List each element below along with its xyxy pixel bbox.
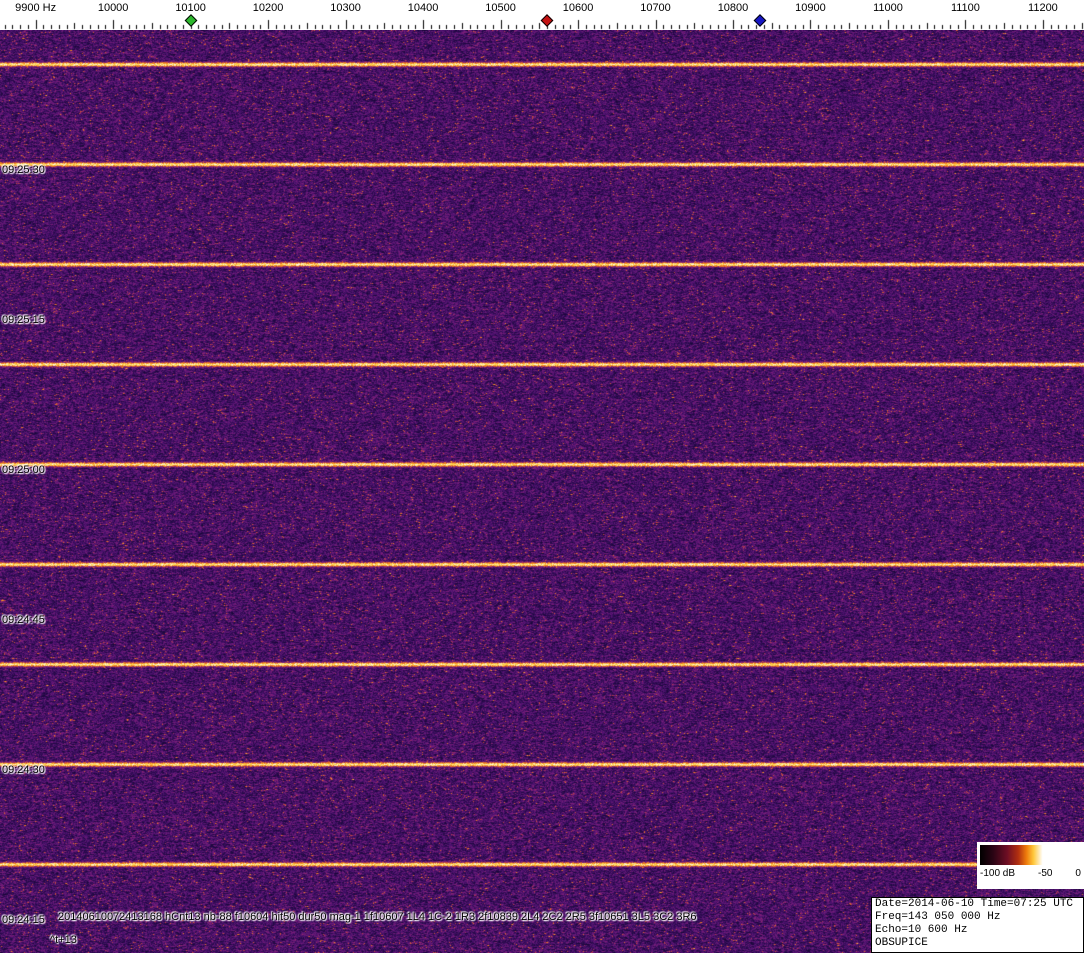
db-scale-labels: -100 dB -50 0 [977,868,1084,879]
freq-tick-label: 10100 [175,2,206,14]
freq-tick-label: 11100 [950,2,980,14]
freq-tick-label: 9900 Hz [15,2,57,14]
db-color-scale: -100 dB -50 0 [977,842,1084,889]
spectrogram-app: 9900 Hz 10000 10100 10200 10300 10400 10500 106… [0,0,1084,953]
frequency-ruler: 9900 Hz 10000 10100 10200 10300 10400 10500 106… [0,0,1084,30]
freq-tick-label: 10400 [407,2,439,14]
time-label: 09:25:00 [2,464,45,476]
detection-status-line: 20140610072413168 hCnt13 nb-88 f10604 hi… [58,911,697,923]
time-label: 09:25:15 [2,314,45,326]
freq-tick-label: 10900 [795,2,826,14]
observation-info-box: Date=2014-06-10 Time=07:25 UTC Freq=143 … [871,897,1084,953]
freq-tick-label: 10700 [640,2,671,14]
time-label: 09:25:30 [2,164,45,176]
freq-tick-label: 10000 [97,2,129,14]
time-label: 09:24:30 [2,764,45,776]
freq-tick-label: 10200 [252,2,284,14]
time-offset-marker: ^t+13 [50,934,77,946]
time-label: 09:24:45 [2,614,45,626]
freq-tick-label: 10300 [330,2,361,14]
freq-tick-label: 10800 [717,2,749,14]
time-label: 09:24:15 [2,914,45,926]
freq-tick-label: 11000 [873,2,903,14]
db-max-label: 0 [1075,868,1081,879]
info-date-time: Date=2014-06-10 Time=07:25 UTC [875,898,1074,910]
freq-tick-label: 11200 [1028,2,1058,14]
spectrogram-canvas [0,30,1084,953]
frequency-ruler-ticks-canvas [0,0,1084,30]
info-station: OBSUPICE [875,937,928,949]
freq-tick-label: 10500 [485,2,516,14]
freq-tick-label: 10600 [562,2,594,14]
db-gradient-bar [980,845,1081,865]
db-mid-label: -50 [1038,868,1053,879]
info-echo: Echo=10 600 Hz [875,924,968,936]
db-min-label: -100 dB [980,868,1016,879]
info-frequency: Freq=143 050 000 Hz [875,911,1001,923]
